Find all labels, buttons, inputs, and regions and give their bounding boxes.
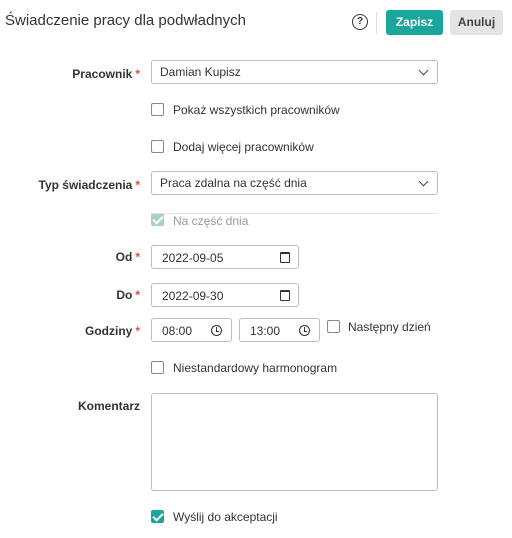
divider	[151, 213, 438, 214]
custom-schedule-checkbox[interactable]	[151, 361, 164, 374]
save-button[interactable]: Zapisz	[386, 10, 443, 35]
employee-value: Damian Kupisz	[160, 65, 241, 79]
show-all-employees-label: Pokaż wszystkich pracowników	[173, 103, 340, 117]
from-date-value: 2022-09-05	[162, 251, 224, 265]
benefit-type-label: Typ świadczenia *	[38, 178, 140, 192]
employee-label: Pracownik *	[72, 67, 140, 81]
comment-label: Komentarz	[77, 399, 140, 413]
add-more-employees-checkbox[interactable]	[151, 140, 164, 153]
page-title: Świadczenie pracy dla podwładnych	[5, 12, 246, 29]
hours-start-value: 08:00	[162, 324, 193, 338]
send-for-approval-label: Wyślij do akceptacji	[173, 510, 278, 524]
chevron-down-icon	[418, 65, 429, 76]
calendar-icon[interactable]	[280, 252, 290, 263]
clock-icon[interactable]	[211, 325, 222, 336]
comment-textarea[interactable]	[151, 393, 438, 491]
to-date-value: 2022-09-30	[162, 289, 224, 303]
check-icon	[152, 213, 164, 225]
from-label: Od *	[115, 250, 140, 264]
from-date-input[interactable]: 2022-09-05	[151, 245, 299, 269]
cancel-button[interactable]: Anuluj	[450, 10, 503, 35]
to-date-input[interactable]: 2022-09-30	[151, 283, 299, 307]
chevron-down-icon	[418, 176, 429, 187]
hours-end-input[interactable]: 13:00	[239, 318, 320, 342]
part-day-label: Na część dnia	[173, 214, 249, 228]
check-icon	[152, 510, 164, 522]
next-day-checkbox[interactable]	[327, 320, 340, 333]
divider	[376, 12, 377, 34]
part-day-checkbox	[151, 213, 164, 226]
benefit-type-value: Praca zdalna na część dnia	[160, 176, 307, 190]
hours-end-value: 13:00	[250, 324, 281, 338]
calendar-icon[interactable]	[280, 290, 290, 301]
to-label: Do *	[116, 288, 140, 302]
clock-icon[interactable]	[299, 325, 310, 336]
hours-label: Godziny *	[84, 324, 140, 338]
benefit-type-select[interactable]: Praca zdalna na część dnia	[151, 171, 438, 195]
hours-start-input[interactable]: 08:00	[151, 318, 232, 342]
employee-select[interactable]: Damian Kupisz	[151, 60, 438, 84]
show-all-employees-checkbox[interactable]	[151, 103, 164, 116]
question-circle-icon[interactable]: ?	[352, 14, 368, 30]
next-day-label: Następny dzień	[348, 320, 431, 334]
custom-schedule-label: Niestandardowy harmonogram	[173, 361, 338, 375]
send-for-approval-checkbox[interactable]	[151, 510, 164, 523]
add-more-employees-label: Dodaj więcej pracowników	[173, 140, 314, 154]
